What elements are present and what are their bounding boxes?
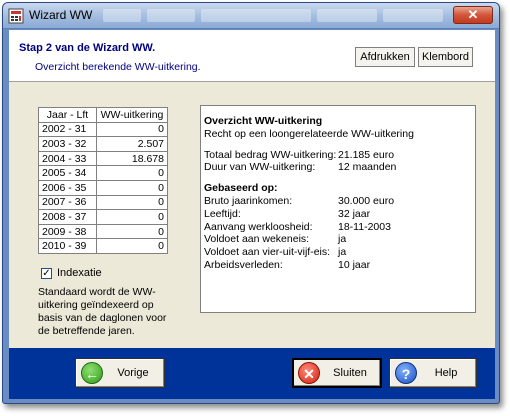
amount-cell: 0 [96, 223, 168, 240]
summary-row-total: Totaal bedrag WW-uitkering: 21.185 euro [204, 149, 472, 162]
year-cell: 2008 - 37 [38, 209, 97, 225]
table-row: 2003 - 32 2.507 [38, 136, 168, 152]
help-button-label: Help [434, 367, 458, 379]
wizard-window: Wizard WW ✕ Stap 2 van de Wizard WW. Ove… [2, 2, 500, 404]
table-header-row: Jaar - Lft WW-uitkering [38, 107, 168, 123]
wizard-header: Stap 2 van de Wizard WW. Overzicht berek… [9, 30, 495, 82]
year-cell: 2004 - 33 [38, 150, 97, 167]
summary-value: 30.000 euro [338, 194, 395, 207]
indexation-label[interactable]: Indexatie [57, 267, 102, 279]
amount-cell: 0 [96, 179, 168, 196]
summary-label: Aanvang werkloosheid: [204, 220, 313, 233]
title-bar: Wizard WW ✕ [3, 3, 499, 29]
summary-subtitle: Recht op een loongerelateerde WW-uitkeri… [204, 127, 414, 140]
help-icon: ? [395, 362, 417, 384]
table-row: 2009 - 38 0 [38, 223, 168, 240]
table-row: 2002 - 31 0 [38, 121, 168, 138]
summary-row-start: Aanvang werkloosheid: 18-11-2003 [204, 221, 472, 234]
amount-cell: 18.678 [96, 150, 168, 167]
year-cell: 2009 - 38 [38, 223, 97, 240]
summary-row-age: Leeftijd: 32 jaar [204, 208, 472, 221]
summary-row-weeks: Voldoet aan wekeneis: ja [204, 233, 472, 246]
table-row: 2005 - 34 0 [38, 165, 168, 181]
amount-cell: 0 [96, 121, 168, 138]
summary-label: Bruto jaarinkomen: [204, 194, 293, 207]
amount-cell: 0 [96, 194, 168, 211]
step-title: Stap 2 van de Wizard WW. [19, 42, 156, 54]
column-header-year: Jaar - Lft [38, 107, 97, 123]
wizard-footer: ← Vorige ✕ Sluiten ? Help [9, 348, 495, 399]
table-row: 2010 - 39 0 [38, 238, 168, 254]
table-row: 2007 - 36 0 [38, 194, 168, 211]
summary-value: 18-11-2003 [338, 220, 391, 233]
summary-value: 21.185 euro [338, 148, 395, 161]
year-cell: 2010 - 39 [38, 238, 97, 254]
back-button-label: Vorige [117, 367, 149, 379]
year-cell: 2007 - 36 [38, 194, 97, 211]
year-cell: 2005 - 34 [38, 165, 97, 181]
step-subtitle: Overzicht berekende WW-uitkering. [35, 61, 201, 73]
summary-row-four-of-five: Voldoet aan vier-uit-vijf-eis: ja [204, 246, 472, 259]
summary-label: Voldoet aan vier-uit-vijf-eis: [204, 246, 331, 259]
indexation-checkbox[interactable]: ✓ [41, 268, 52, 279]
table-row: 2006 - 35 0 [38, 179, 168, 196]
indexation-description: Standaard wordt de WW-uitkering geïndexe… [38, 286, 167, 337]
print-button[interactable]: Afdrukken [355, 47, 415, 67]
arrow-left-icon: ← [81, 362, 103, 384]
window-title: Wizard WW [29, 8, 93, 22]
benefit-summary-panel: Overzicht WW-uitkering Recht op een loon… [200, 105, 476, 313]
amount-cell: 0 [96, 238, 168, 254]
summary-label: Totaal bedrag WW-uitkering: [204, 148, 337, 161]
year-cell: 2006 - 35 [38, 179, 97, 196]
wizard-client-area: Stap 2 van de Wizard WW. Overzicht berek… [9, 30, 495, 399]
calculator-icon [8, 8, 24, 24]
summary-label: Arbeidsverleden: [204, 258, 283, 271]
close-button-label: Sluiten [333, 367, 367, 379]
amount-cell: 2.507 [96, 136, 168, 152]
background-taskbar [103, 9, 443, 23]
summary-label: Duur van WW-uitkering: [204, 161, 316, 174]
summary-row-duration: Duur van WW-uitkering: 12 maanden [204, 161, 472, 174]
back-button[interactable]: ← Vorige [75, 358, 165, 388]
amount-cell: 0 [96, 209, 168, 225]
amount-cell: 0 [96, 165, 168, 181]
summary-label: Leeftijd: [204, 207, 241, 220]
year-benefit-table: Jaar - Lft WW-uitkering 2002 - 31 0 2003 … [38, 107, 168, 254]
window-close-button[interactable]: ✕ [453, 6, 493, 24]
clipboard-button[interactable]: Klembord [418, 47, 473, 67]
summary-value: 32 jaar [338, 207, 371, 220]
summary-value: ja [338, 233, 347, 246]
table-row: 2008 - 37 0 [38, 209, 168, 225]
table-row: 2004 - 33 18.678 [38, 150, 168, 167]
close-circle-icon: ✕ [298, 362, 320, 384]
close-button[interactable]: ✕ Sluiten [292, 358, 382, 388]
summary-value: 10 jaar [338, 258, 371, 271]
summary-row-employment: Arbeidsverleden: 10 jaar [204, 259, 472, 272]
help-button[interactable]: ? Help [389, 358, 477, 388]
summary-value: ja [338, 246, 347, 259]
based-on-title: Gebaseerd op: [204, 182, 278, 195]
summary-title: Overzicht WW-uitkering [204, 115, 323, 127]
summary-row-income: Bruto jaarinkomen: 30.000 euro [204, 195, 472, 208]
summary-label: Voldoet aan wekeneis: [204, 233, 310, 246]
year-cell: 2002 - 31 [38, 121, 97, 138]
column-header-benefit: WW-uitkering [96, 107, 168, 123]
summary-value: 12 maanden [338, 161, 397, 174]
year-cell: 2003 - 32 [38, 136, 97, 152]
